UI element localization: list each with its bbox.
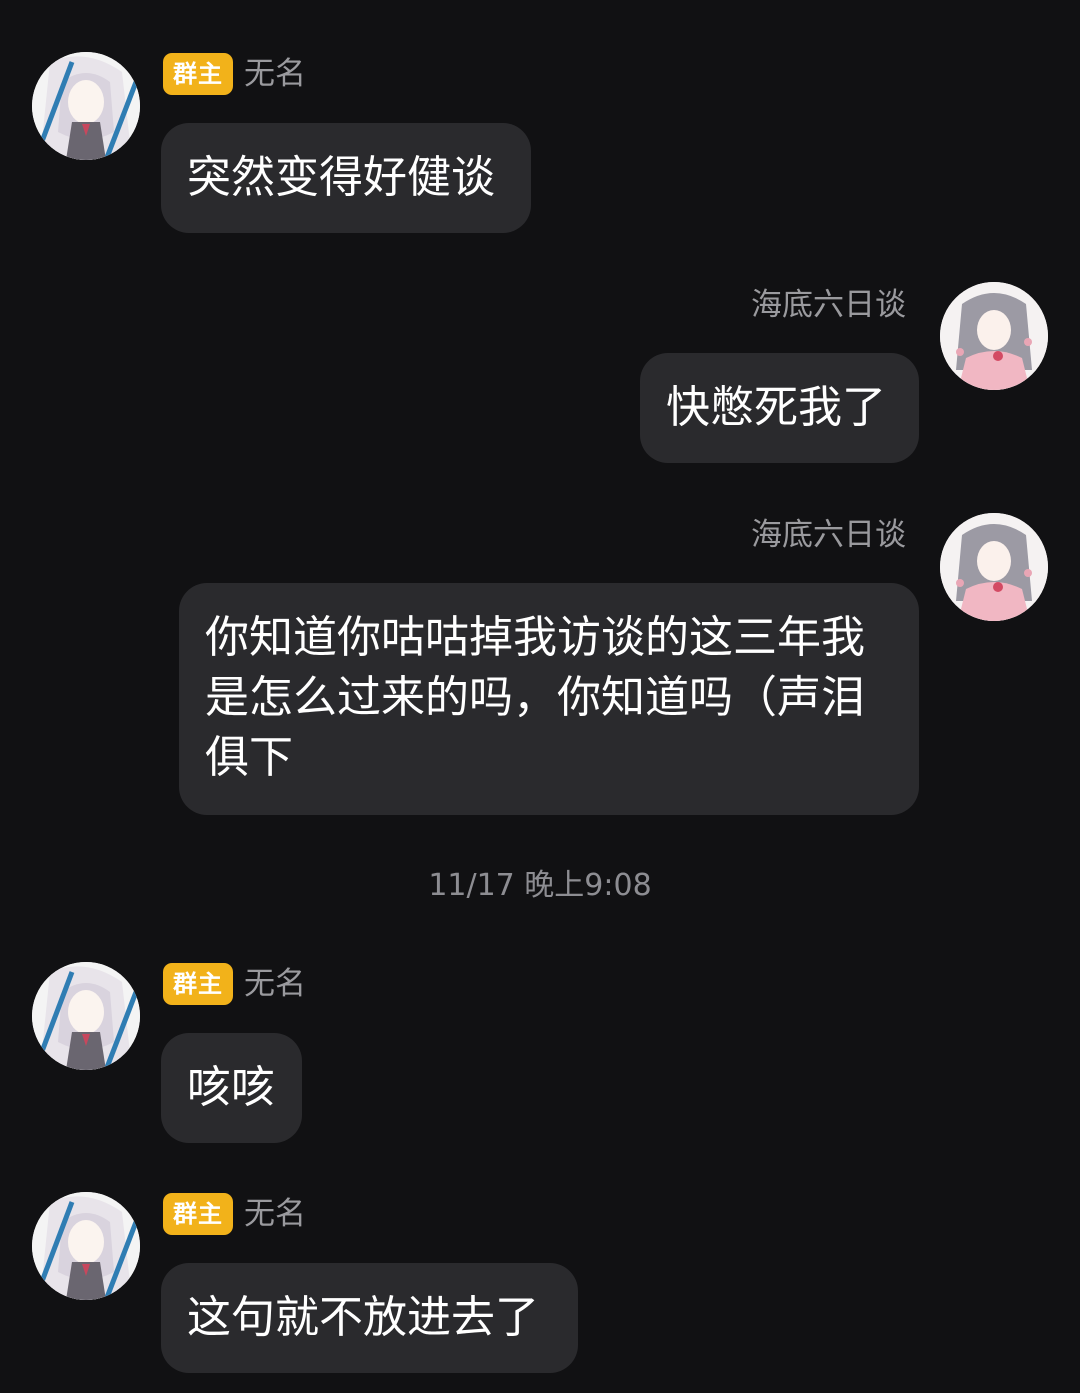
avatar-image [940, 282, 1048, 390]
message-bubble[interactable]: 咳咳 [161, 1033, 302, 1143]
avatar-image [32, 52, 140, 160]
sender-name: 无名 [244, 966, 306, 1002]
sender-name: 无名 [244, 1196, 306, 1232]
owner-badge: 群主 [163, 53, 233, 95]
avatar-image [32, 1192, 140, 1300]
avatar-image [32, 962, 140, 1070]
avatar-image [940, 513, 1048, 621]
avatar[interactable] [32, 962, 140, 1070]
owner-badge: 群主 [163, 1193, 233, 1235]
sender-name: 海底六日谈 [751, 287, 906, 323]
message-bubble[interactable]: 快憋死我了 [640, 353, 919, 463]
owner-badge: 群主 [163, 963, 233, 1005]
sender-name: 无名 [244, 56, 306, 92]
message-bubble[interactable]: 你知道你咕咕掉我访谈的这三年我是怎么过来的吗，你知道吗（声泪俱下 [179, 583, 919, 815]
avatar[interactable] [940, 282, 1048, 390]
sender-name: 海底六日谈 [751, 517, 906, 553]
message-bubble[interactable]: 突然变得好健谈 [161, 123, 531, 233]
message-bubble[interactable]: 这句就不放进去了 [161, 1263, 578, 1373]
avatar[interactable] [940, 513, 1048, 621]
timestamp: 11/17 晚上9:08 [428, 868, 652, 903]
avatar[interactable] [32, 1192, 140, 1300]
avatar[interactable] [32, 52, 140, 160]
